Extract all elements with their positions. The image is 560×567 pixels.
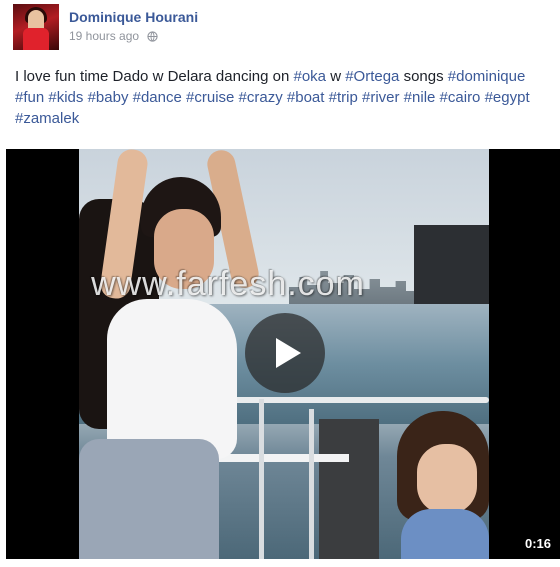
hashtag-link[interactable]: #nile [404,89,436,106]
hashtag-link[interactable]: #Ortega [345,68,399,85]
railing-post [259,399,264,559]
railing-post [309,409,314,559]
video-duration: 0:16 [524,536,551,551]
play-icon [276,338,301,368]
hashtag-link[interactable]: #dominique [448,68,526,85]
post-text-segment: I love fun time Dado w Delara dancing on [15,68,294,85]
post-timestamp[interactable]: 19 hours ago [69,29,139,43]
avatar-dress [23,28,49,50]
hashtag-link[interactable]: #cruise [186,89,234,106]
globe-icon[interactable] [147,30,158,42]
hashtag-link[interactable]: #crazy [239,89,283,106]
avatar[interactable] [13,4,59,50]
hashtag-link[interactable]: #cairo [440,89,481,106]
hashtag-link[interactable]: #zamalek [15,110,79,127]
hashtag-link[interactable]: #kids [48,89,83,106]
hashtag-link[interactable]: #dance [133,89,182,106]
woman-top [107,299,237,459]
hashtag-link[interactable]: #trip [329,89,358,106]
watermark: www.farfesh.com [91,265,365,303]
hashtag-link[interactable]: #egypt [485,89,530,106]
facebook-post: Dominique Hourani 19 hours ago I love fu… [0,0,560,567]
boat-railing [209,454,349,462]
girl-face [417,444,477,514]
author-name[interactable]: Dominique Hourani [69,9,198,25]
play-button[interactable] [245,313,325,393]
girl-shirt [401,509,489,559]
video-player[interactable]: www.farfesh.com 0:16 [6,149,560,559]
boat-deck [319,419,379,559]
hashtag-link[interactable]: #fun [15,89,44,106]
hashtag-link[interactable]: #boat [287,89,325,106]
hashtag-link[interactable]: #baby [88,89,129,106]
woman-pants [79,439,219,559]
hashtag-link[interactable]: #river [362,89,400,106]
hashtag-link[interactable]: #oka [294,68,327,85]
post-text-segment: songs [399,68,448,85]
post-meta: 19 hours ago [69,29,158,43]
post-text-segment: w [326,68,346,85]
post-text: I love fun time Dado w Delara dancing on… [15,66,545,129]
